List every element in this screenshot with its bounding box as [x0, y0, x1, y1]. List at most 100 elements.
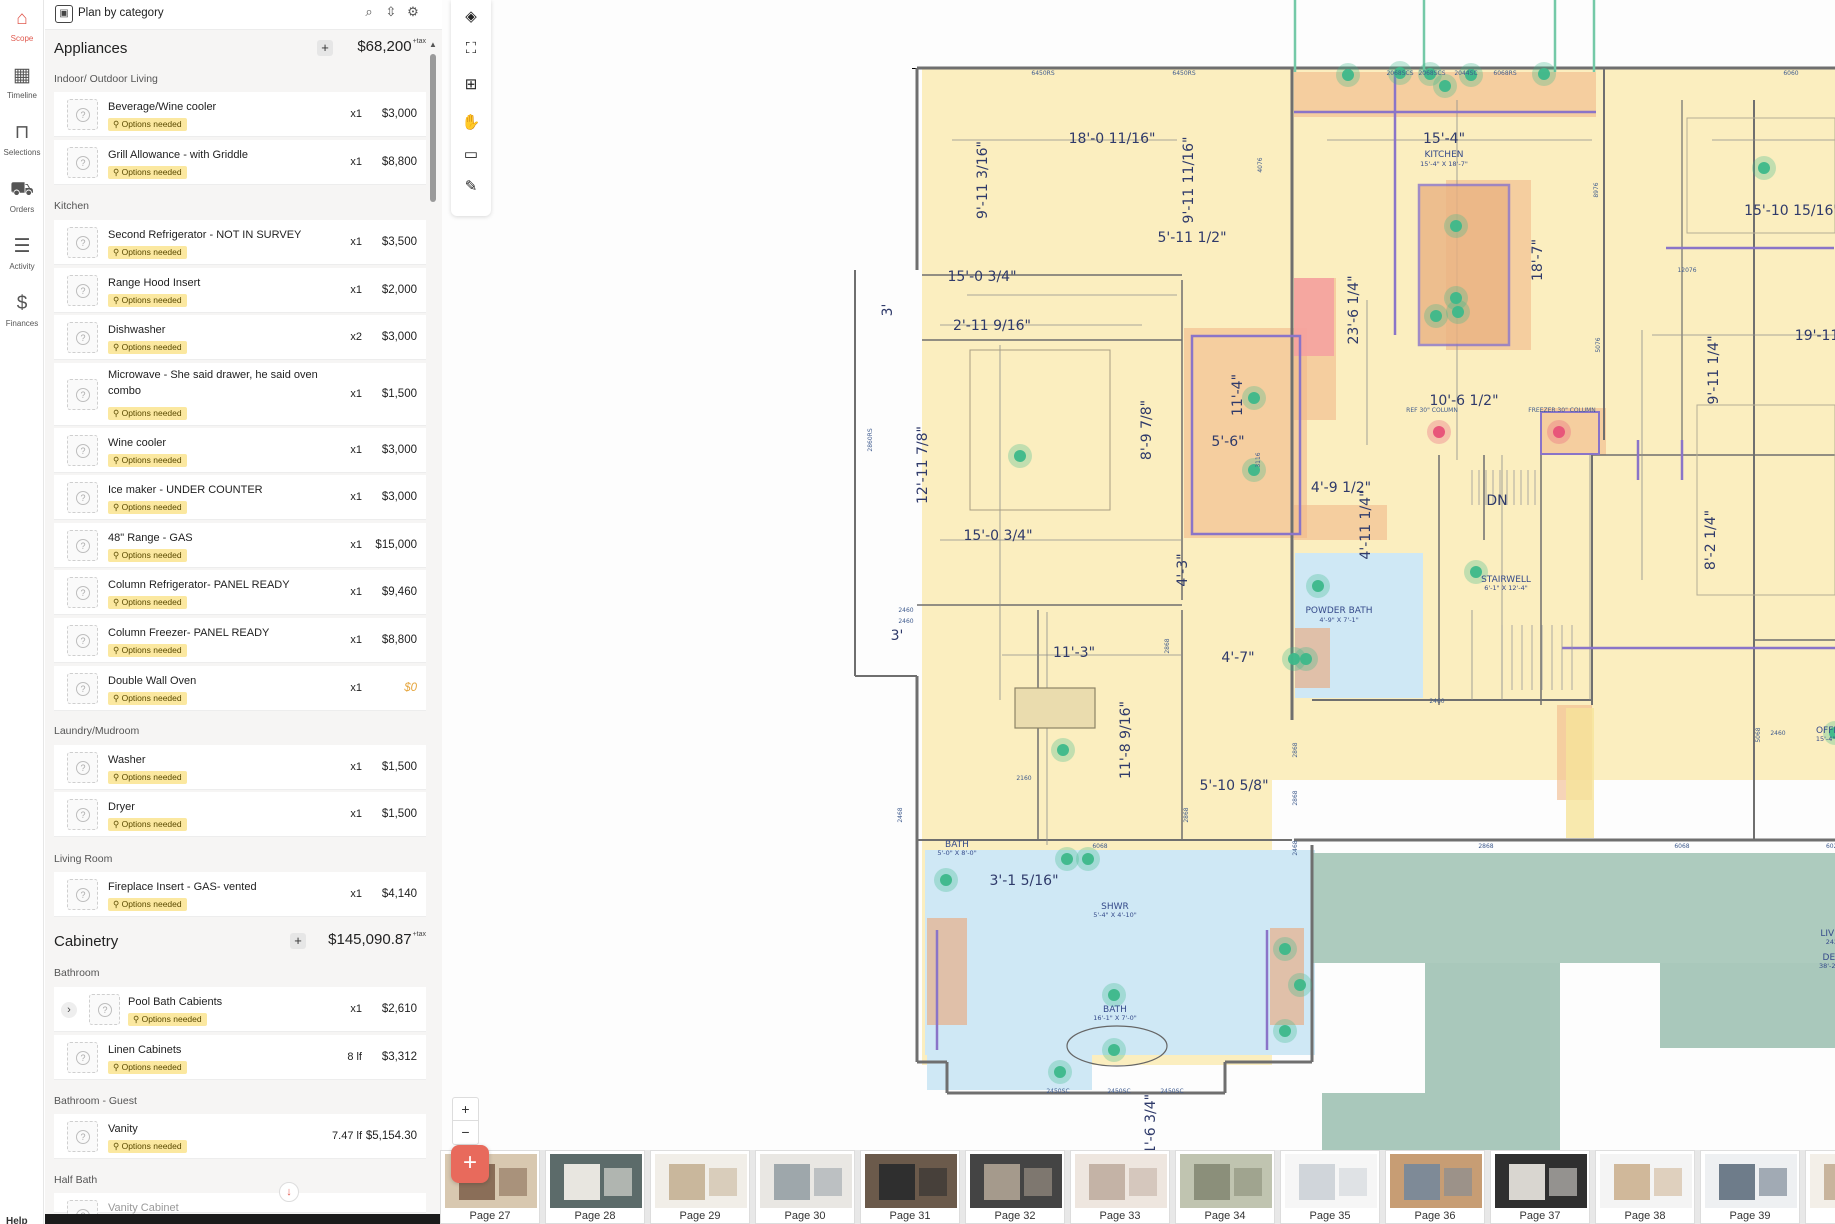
item-price[interactable]: $3,000: [382, 444, 417, 456]
location-marker[interactable]: [1061, 853, 1073, 865]
add-area-tool[interactable]: ⊞: [459, 73, 483, 97]
cabinet-highlight[interactable]: [1184, 328, 1307, 538]
item-price[interactable]: $9,460: [382, 586, 417, 598]
location-marker[interactable]: [1758, 162, 1770, 174]
status-badge[interactable]: ⚲ Options needed: [108, 771, 187, 784]
item-price[interactable]: $0: [404, 682, 417, 694]
list-item[interactable]: ? Dishwasher ⚲ Options needed x2 $3,000: [54, 315, 426, 360]
location-marker[interactable]: [1108, 1044, 1120, 1056]
measure-tool[interactable]: ▭: [459, 143, 483, 167]
location-marker[interactable]: [1439, 80, 1451, 92]
page-thumbnail[interactable]: Page 29: [650, 1150, 750, 1224]
page-thumbnail[interactable]: Page 34: [1175, 1150, 1275, 1224]
search-icon[interactable]: ⌕: [360, 4, 378, 20]
deck-side-area[interactable]: [1660, 963, 1835, 1048]
deck-stair-area[interactable]: [1425, 963, 1560, 1150]
location-marker[interactable]: [1430, 310, 1442, 322]
list-item[interactable]: ? Dryer ⚲ Options needed x1 $1,500: [54, 792, 426, 837]
settings-icon[interactable]: ⚙: [404, 4, 422, 20]
list-item[interactable]: ? Linen Cabinets ⚲ Options needed 8 lf $3,31…: [54, 1035, 426, 1080]
status-badge[interactable]: ⚲ Options needed: [108, 692, 187, 705]
item-price[interactable]: $3,000: [382, 491, 417, 503]
nav-finances[interactable]: $ Finances: [0, 287, 44, 343]
status-badge[interactable]: ⚲ Options needed: [128, 1013, 207, 1026]
list-item[interactable]: ? Vanity ⚲ Options needed 7.47 lf $5,154.30: [54, 1114, 426, 1159]
item-price[interactable]: $3,312: [382, 1051, 417, 1063]
item-price[interactable]: $3,000: [382, 331, 417, 343]
view-selector[interactable]: Plan by category: [78, 7, 164, 19]
scroll-down-button[interactable]: ↓: [279, 1182, 299, 1202]
list-item[interactable]: ›? Pool Bath Cabients ⚲ Options needed x1 $2…: [54, 987, 426, 1032]
zoom-in-button[interactable]: +: [453, 1098, 478, 1121]
nav-activity[interactable]: ☰ Activity: [0, 230, 44, 286]
status-badge[interactable]: ⚲ Options needed: [108, 596, 187, 609]
location-marker[interactable]: [1312, 580, 1324, 592]
scrollbar[interactable]: ▲: [429, 40, 437, 1190]
list-item[interactable]: ? Second Refrigerator - NOT IN SURVEY ⚲ Op…: [54, 220, 426, 265]
list-item[interactable]: ? Grill Allowance - with Griddle ⚲ Options…: [54, 140, 426, 185]
location-marker[interactable]: [1538, 68, 1550, 80]
list-item[interactable]: ? Washer ⚲ Options needed x1 $1,500: [54, 745, 426, 790]
page-thumbnail[interactable]: Page 36: [1385, 1150, 1485, 1224]
nav-scope[interactable]: ⌂ Scope: [0, 2, 44, 58]
layers-tool[interactable]: ◈: [459, 5, 483, 29]
draw-tool[interactable]: ✎: [459, 175, 483, 199]
list-item[interactable]: ? Column Refrigerator- PANEL READY ⚲ Optio…: [54, 570, 426, 615]
page-thumbnail[interactable]: Page 39: [1700, 1150, 1800, 1224]
status-badge[interactable]: ⚲ Options needed: [108, 1061, 187, 1074]
status-badge[interactable]: ⚲ Options needed: [108, 454, 187, 467]
location-marker[interactable]: [940, 874, 952, 886]
page-thumbnail[interactable]: Page 37: [1490, 1150, 1590, 1224]
status-badge[interactable]: ⚲ Options needed: [108, 501, 187, 514]
location-marker[interactable]: [1057, 744, 1069, 756]
page-thumbnail[interactable]: Page 31: [860, 1150, 960, 1224]
pan-hand-tool[interactable]: ✋: [459, 111, 483, 135]
deck-area[interactable]: [1312, 853, 1835, 963]
item-price[interactable]: $4,140: [382, 888, 417, 900]
status-badge[interactable]: ⚲ Options needed: [108, 166, 187, 179]
list-item[interactable]: ? Ice maker - UNDER COUNTER ⚲ Options need…: [54, 475, 426, 520]
list-item[interactable]: ?Vanity Cabinet: [54, 1193, 426, 1224]
fit-screen-tool[interactable]: ⛶: [459, 37, 483, 61]
status-badge[interactable]: ⚲ Options needed: [108, 118, 187, 131]
status-badge[interactable]: ⚲ Options needed: [108, 818, 187, 831]
item-price[interactable]: $1,500: [382, 388, 417, 400]
category-header-appliances[interactable]: Appliances + $68,200+tax: [54, 37, 426, 63]
location-marker[interactable]: [1450, 220, 1462, 232]
floor-plan-canvas[interactable]: KITCHEN 15'-4" X 18'-7" POWDER BATH 4'-9" X…: [442, 0, 1835, 1150]
page-thumbnail[interactable]: Page 33: [1070, 1150, 1170, 1224]
list-item[interactable]: ? Microwave - She said drawer, he said ov…: [54, 363, 426, 426]
page-thumbnail[interactable]: Page 35: [1280, 1150, 1380, 1224]
item-price[interactable]: $3,500: [382, 236, 417, 248]
status-badge[interactable]: ⚲ Options needed: [108, 644, 187, 657]
list-item[interactable]: ? Column Freezer- PANEL READY ⚲ Options ne…: [54, 618, 426, 663]
item-price[interactable]: $2,000: [382, 284, 417, 296]
add-fab-button[interactable]: +: [451, 1145, 489, 1183]
page-thumbnail[interactable]: Page 38: [1595, 1150, 1695, 1224]
status-badge[interactable]: ⚲ Options needed: [108, 246, 187, 259]
item-price[interactable]: $8,800: [382, 156, 417, 168]
status-badge[interactable]: ⚲ Options needed: [108, 549, 187, 562]
page-thumbnail[interactable]: Page 28: [545, 1150, 645, 1224]
expand-chevron-icon[interactable]: ›: [61, 1002, 77, 1018]
location-marker[interactable]: [1300, 653, 1312, 665]
location-marker[interactable]: [1054, 1066, 1066, 1078]
page-thumbnail[interactable]: Page 30: [755, 1150, 855, 1224]
location-marker[interactable]: [1108, 989, 1120, 1001]
bath-fill[interactable]: [925, 850, 1315, 1055]
location-marker[interactable]: [1452, 306, 1464, 318]
location-marker[interactable]: [1279, 943, 1291, 955]
category-header-cabinetry[interactable]: Cabinetry + $145,090.87+tax: [54, 930, 426, 956]
scroll-up-icon[interactable]: ▲: [429, 40, 437, 49]
item-price[interactable]: $5,154.30: [366, 1130, 417, 1142]
page-thumbnail[interactable]: Page 32: [965, 1150, 1065, 1224]
item-price[interactable]: $1,500: [382, 761, 417, 773]
status-badge[interactable]: ⚲ Options needed: [108, 407, 187, 420]
scrollbar-thumb[interactable]: [430, 54, 436, 202]
vanity-highlight[interactable]: [927, 918, 967, 1025]
alert-marker[interactable]: [1553, 426, 1565, 438]
collapse-all-icon[interactable]: ⇳: [382, 4, 400, 20]
item-price[interactable]: $3,000: [382, 108, 417, 120]
add-item-button[interactable]: +: [290, 933, 306, 949]
floor-plan-drawing[interactable]: KITCHEN15'-4" X 18'-7" POWDER BATH4'-9" X…: [442, 0, 1835, 1150]
